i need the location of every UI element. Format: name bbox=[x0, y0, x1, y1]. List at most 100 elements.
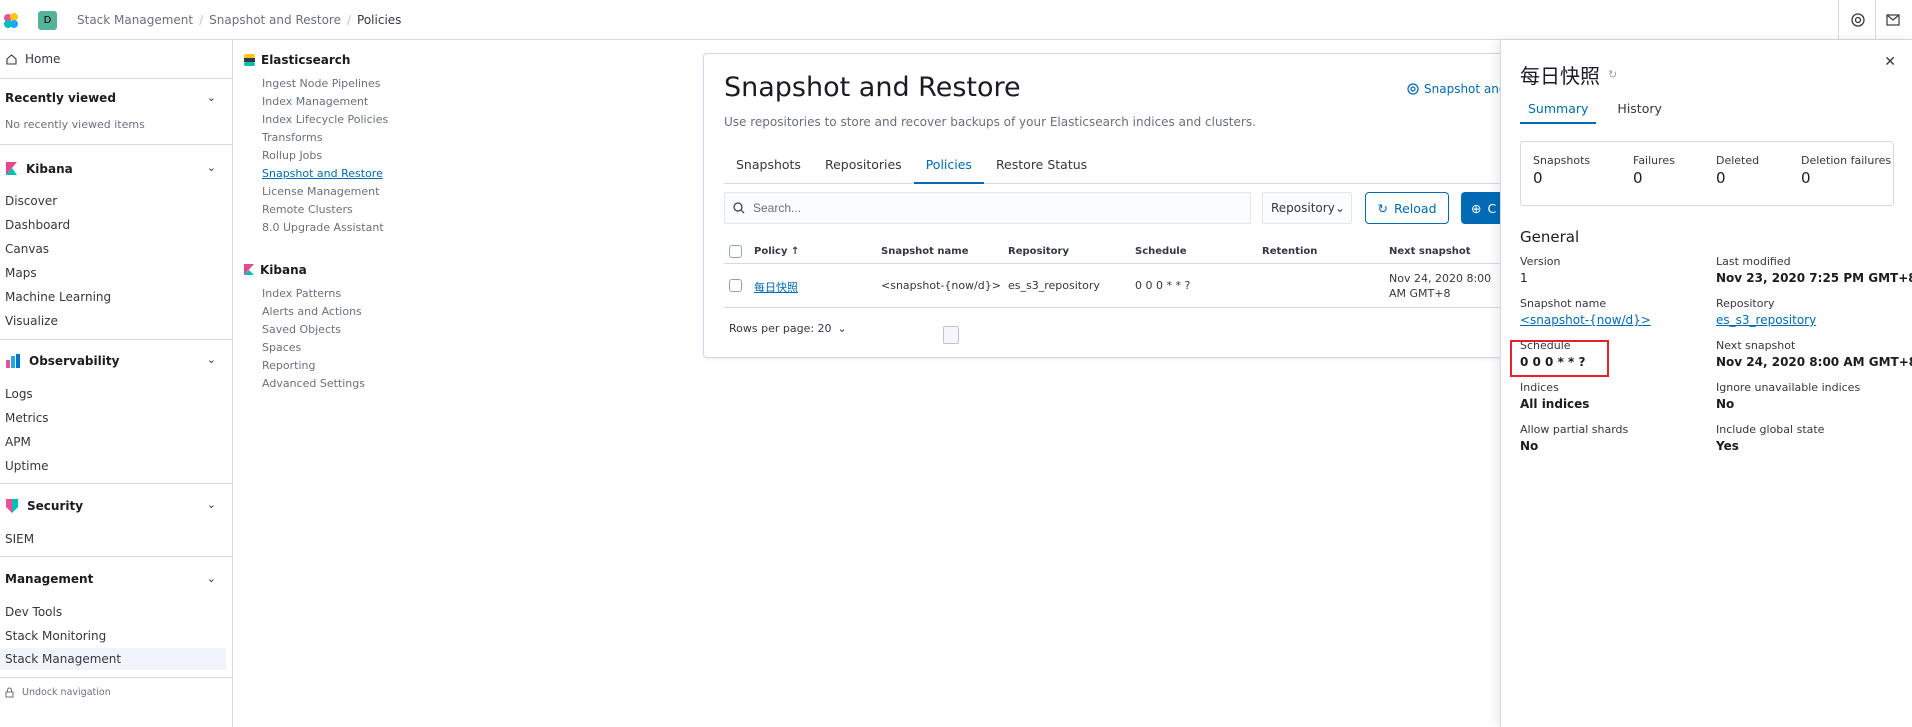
nav-divider bbox=[0, 144, 232, 145]
nav-group-kibana[interactable]: Kibana bbox=[5, 161, 73, 176]
nav-item-stack-management[interactable]: Stack Management bbox=[0, 648, 226, 670]
repository-filter-label: Repository bbox=[1271, 201, 1335, 215]
subnav-spaces[interactable]: Spaces bbox=[262, 341, 301, 354]
arrow-up-icon: ↑ bbox=[791, 246, 800, 257]
reload-label: Reload bbox=[1393, 200, 1437, 216]
field-global-state: Include global state Yes bbox=[1716, 423, 1825, 453]
reload-button[interactable]: ↻ Reload bbox=[1365, 192, 1449, 224]
subnav-upgrade-assistant[interactable]: 8.0 Upgrade Assistant bbox=[262, 221, 384, 234]
subnav-rollup-jobs[interactable]: Rollup Jobs bbox=[262, 149, 322, 162]
nav-home[interactable]: Home bbox=[0, 48, 60, 70]
cell-schedule: 0 0 0 * * ? bbox=[1135, 279, 1191, 292]
nav-item-visualize[interactable]: Visualize bbox=[5, 314, 58, 328]
kibana-logo-icon bbox=[6, 162, 17, 175]
search-input[interactable] bbox=[753, 201, 1233, 215]
nav-item-uptime[interactable]: Uptime bbox=[5, 459, 49, 473]
space-avatar[interactable]: D bbox=[38, 11, 57, 30]
field-repository: Repository es_s3_repository bbox=[1716, 297, 1817, 327]
column-next-snapshot[interactable]: Next snapshot bbox=[1389, 246, 1471, 257]
subnav-index-management[interactable]: Index Management bbox=[262, 95, 368, 108]
policies-table: Policy ↑ Snapshot name Repository Schedu… bbox=[724, 240, 1522, 308]
nav-item-apm[interactable]: APM bbox=[5, 435, 31, 449]
nav-divider bbox=[0, 556, 232, 557]
subnav-reporting[interactable]: Reporting bbox=[262, 359, 315, 372]
tab-restore-status[interactable]: Restore Status bbox=[984, 146, 1099, 184]
nav-item-stack-monitoring[interactable]: Stack Monitoring bbox=[5, 629, 106, 643]
subnav-index-patterns[interactable]: Index Patterns bbox=[262, 287, 341, 300]
help-icon[interactable] bbox=[1849, 11, 1867, 29]
nav-item-maps[interactable]: Maps bbox=[5, 266, 37, 280]
breadcrumb-snapshot-restore[interactable]: Snapshot and Restore bbox=[209, 13, 341, 27]
chevron-down-icon[interactable]: ⌄ bbox=[207, 572, 216, 585]
tab-history[interactable]: History bbox=[1612, 94, 1666, 124]
nav-item-discover[interactable]: Discover bbox=[5, 194, 57, 208]
subnav-index-lifecycle-policies[interactable]: Index Lifecycle Policies bbox=[262, 113, 388, 126]
subnav-saved-objects[interactable]: Saved Objects bbox=[262, 323, 341, 336]
nav-item-canvas[interactable]: Canvas bbox=[5, 242, 49, 256]
recently-viewed-empty: No recently viewed items bbox=[5, 118, 145, 131]
side-nav: Home Recently viewed ⌄ No recently viewe… bbox=[0, 40, 233, 727]
breadcrumb-stack-management[interactable]: Stack Management bbox=[77, 13, 193, 27]
subnav-alerts-and-actions[interactable]: Alerts and Actions bbox=[262, 305, 362, 318]
nav-group-management[interactable]: Management bbox=[5, 572, 93, 586]
subnav-group-label: Elasticsearch bbox=[261, 53, 351, 67]
column-retention[interactable]: Retention bbox=[1262, 246, 1317, 257]
policy-details-flyout: 每日快照 ↻ ✕ Summary History Snapshots 0 Fai… bbox=[1500, 40, 1912, 727]
document-icon bbox=[943, 326, 959, 344]
column-repository[interactable]: Repository bbox=[1008, 246, 1069, 257]
row-checkbox[interactable] bbox=[729, 279, 742, 292]
nav-item-dashboard[interactable]: Dashboard bbox=[5, 218, 70, 232]
rows-per-page-label: Rows per page: 20 bbox=[729, 322, 832, 335]
subnav-advanced-settings[interactable]: Advanced Settings bbox=[262, 377, 365, 390]
snapshot-name-link[interactable]: <snapshot-{now/d}> bbox=[1520, 313, 1651, 327]
nav-divider bbox=[0, 78, 232, 79]
field-ignore-unavailable: Ignore unavailable indices No bbox=[1716, 381, 1861, 411]
tab-bar: Snapshots Repositories Policies Restore … bbox=[724, 146, 1504, 184]
undock-navigation[interactable]: Undock navigation bbox=[5, 687, 111, 698]
chevron-down-icon[interactable]: ⌄ bbox=[207, 353, 216, 366]
tab-repositories[interactable]: Repositories bbox=[813, 146, 914, 184]
subnav-transforms[interactable]: Transforms bbox=[262, 131, 322, 144]
tab-snapshots[interactable]: Snapshots bbox=[724, 146, 813, 184]
nav-item-siem[interactable]: SIEM bbox=[5, 532, 34, 546]
search-icon bbox=[733, 202, 745, 214]
policy-name-link[interactable]: 每日快照 bbox=[754, 279, 798, 295]
select-all-checkbox[interactable] bbox=[729, 245, 742, 258]
close-icon[interactable]: ✕ bbox=[1884, 54, 1896, 70]
column-snapshot-name[interactable]: Snapshot name bbox=[881, 246, 969, 257]
subnav-license-management[interactable]: License Management bbox=[262, 185, 379, 198]
tab-policies[interactable]: Policies bbox=[913, 146, 984, 184]
page-title: Snapshot and Restore bbox=[724, 72, 1021, 103]
docs-link[interactable]: Snapshot and bbox=[1407, 82, 1507, 96]
subnav-remote-clusters[interactable]: Remote Clusters bbox=[262, 203, 353, 216]
header-divider bbox=[1838, 0, 1839, 40]
chevron-down-icon[interactable]: ⌄ bbox=[207, 498, 216, 511]
header-divider bbox=[1875, 0, 1876, 40]
tab-summary[interactable]: Summary bbox=[1520, 94, 1597, 124]
nav-group-security[interactable]: Security bbox=[5, 498, 83, 514]
newsfeed-icon[interactable] bbox=[1884, 11, 1902, 29]
docs-link-label: Snapshot and bbox=[1424, 82, 1507, 96]
column-policy[interactable]: Policy ↑ bbox=[754, 246, 799, 257]
nav-group-observability[interactable]: Observability bbox=[5, 353, 119, 369]
repository-filter[interactable]: Repository ⌄ bbox=[1262, 192, 1352, 224]
field-next-snapshot: Next snapshot Nov 24, 2020 8:00 AM GMT+8 bbox=[1716, 339, 1912, 369]
subnav-group-elasticsearch: Elasticsearch bbox=[244, 53, 350, 67]
elastic-logo-icon[interactable] bbox=[2, 12, 20, 30]
rows-per-page[interactable]: Rows per page: 20 ⌄ bbox=[729, 322, 847, 335]
chevron-down-icon[interactable]: ⌄ bbox=[207, 161, 216, 174]
column-schedule[interactable]: Schedule bbox=[1135, 246, 1187, 257]
page-description: Use repositories to store and recover ba… bbox=[724, 115, 1256, 129]
subnav-ingest-node-pipelines[interactable]: Ingest Node Pipelines bbox=[262, 77, 381, 90]
nav-item-logs[interactable]: Logs bbox=[5, 387, 33, 401]
subnav-snapshot-and-restore[interactable]: Snapshot and Restore bbox=[262, 167, 383, 180]
nav-home-label: Home bbox=[25, 52, 61, 66]
chevron-down-icon[interactable]: ⌄ bbox=[207, 91, 216, 104]
nav-item-machine-learning[interactable]: Machine Learning bbox=[5, 290, 111, 304]
nav-item-metrics[interactable]: Metrics bbox=[5, 411, 49, 425]
nav-item-dev-tools[interactable]: Dev Tools bbox=[5, 605, 62, 619]
nav-group-recently-viewed[interactable]: Recently viewed bbox=[5, 91, 116, 105]
refresh-icon[interactable]: ↻ bbox=[1608, 68, 1617, 81]
repository-link[interactable]: es_s3_repository bbox=[1716, 313, 1816, 327]
nav-divider bbox=[0, 483, 232, 484]
